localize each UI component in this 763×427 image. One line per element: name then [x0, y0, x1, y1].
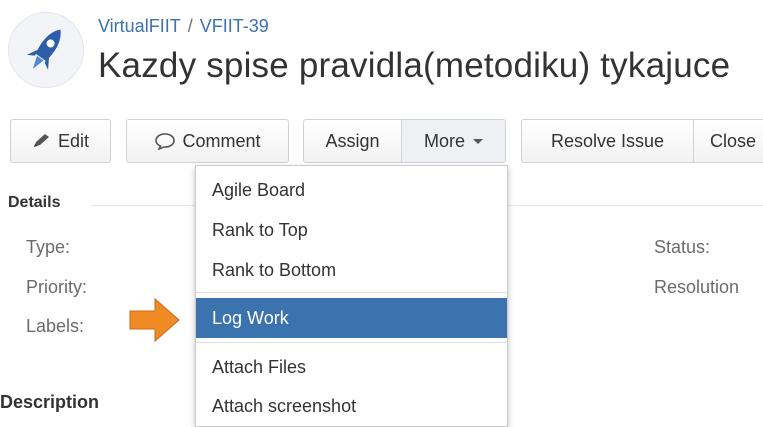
resolve-issue-label: Resolve Issue — [550, 130, 665, 151]
menu-divider — [196, 292, 507, 293]
menu-item-rank-to-top[interactable]: Rank to Top — [196, 210, 507, 250]
priority-label: Priority: — [26, 277, 88, 297]
project-avatar[interactable] — [8, 12, 84, 88]
issue-title: Kazdy spise pravidla(metodiku) tykajuce — [98, 46, 731, 85]
speech-bubble-icon — [155, 133, 176, 150]
pencil-icon — [33, 134, 49, 147]
edit-button[interactable]: Edit — [10, 119, 111, 163]
more-label: More — [423, 130, 465, 151]
more-button[interactable]: More — [402, 119, 506, 163]
arrow-right-icon — [129, 297, 180, 343]
description-heading: Description — [0, 392, 100, 412]
details-heading: Details — [8, 194, 61, 211]
edit-label: Edit — [57, 130, 90, 151]
menu-item-agile-board[interactable]: Agile Board — [196, 170, 507, 210]
close-issue-label: Close — [710, 130, 757, 151]
menu-divider — [196, 342, 507, 343]
chevron-down-icon — [473, 138, 483, 144]
comment-button[interactable]: Comment — [126, 119, 289, 163]
menu-item-log-work[interactable]: Log Work — [196, 298, 507, 338]
more-dropdown-menu: Agile Board Rank to Top Rank to Bottom L… — [195, 165, 508, 427]
resolve-issue-button[interactable]: Resolve Issue — [521, 119, 694, 163]
menu-item-attach-files[interactable]: Attach Files — [196, 347, 507, 387]
breadcrumb-separator: / — [187, 16, 193, 36]
breadcrumb: VirtualFIIT / VFIIT-39 — [98, 16, 269, 37]
menu-item-attach-screenshot[interactable]: Attach screenshot — [196, 386, 507, 426]
assign-button[interactable]: Assign — [303, 119, 402, 163]
status-label: Status: — [654, 237, 711, 257]
assign-label: Assign — [325, 130, 380, 151]
resolution-label: Resolution — [654, 277, 740, 297]
rocket-icon — [26, 29, 61, 70]
menu-item-rank-to-bottom[interactable]: Rank to Bottom — [196, 250, 507, 290]
type-label: Type: — [26, 237, 71, 257]
comment-label: Comment — [182, 130, 261, 151]
breadcrumb-issue-key-link[interactable]: VFIIT-39 — [200, 16, 269, 36]
breadcrumb-project-link[interactable]: VirtualFIIT — [98, 16, 181, 36]
close-issue-button[interactable]: Close — [694, 119, 763, 163]
labels-label: Labels: — [26, 316, 85, 336]
